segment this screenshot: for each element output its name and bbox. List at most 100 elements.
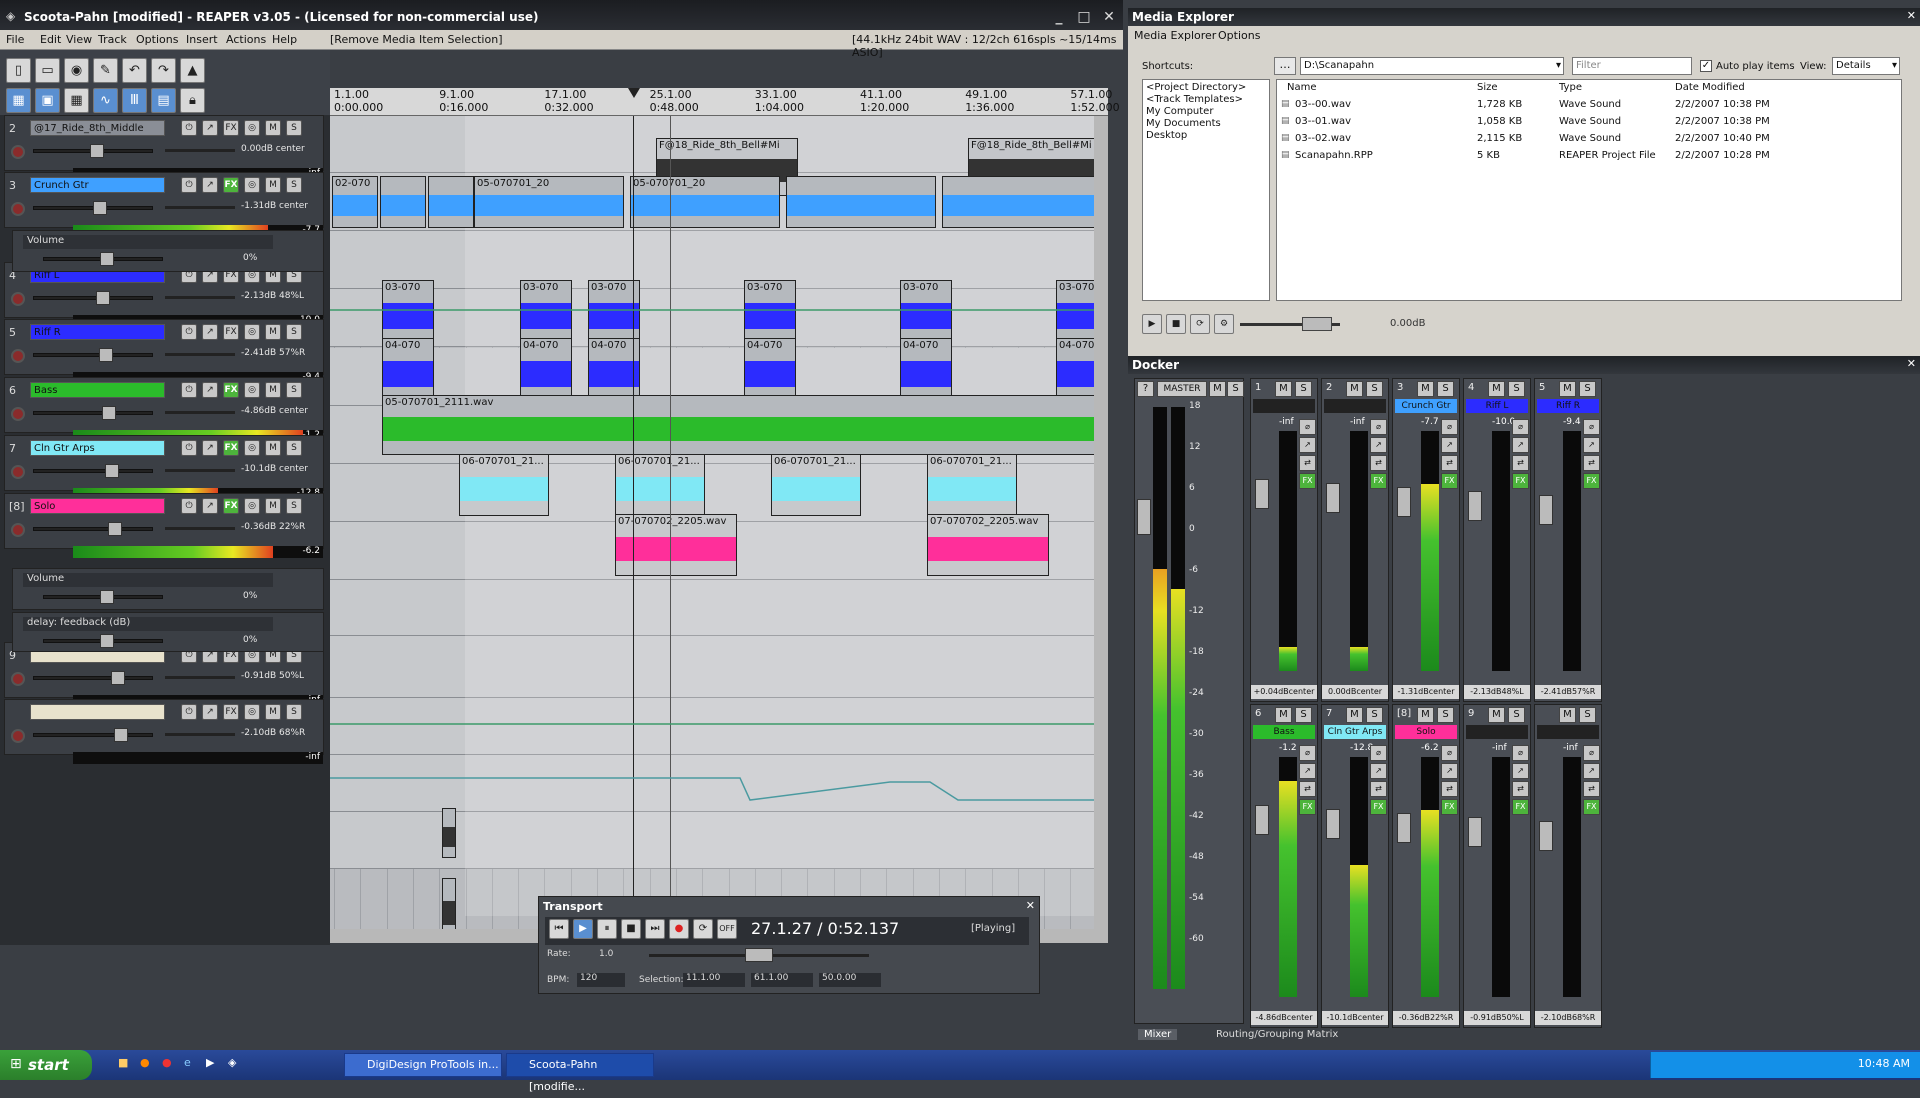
taskbar-protools[interactable]: DigiDesign ProTools in...: [344, 1053, 502, 1077]
shortcut-item[interactable]: My Documents: [1146, 118, 1221, 129]
track-volume-fader[interactable]: [33, 671, 153, 685]
maximize-icon[interactable]: □: [1075, 8, 1093, 26]
strip-route-icon[interactable]: FX: [1512, 799, 1529, 815]
strip-fx-icon[interactable]: ↗: [1370, 437, 1387, 453]
track-power-icon[interactable]: ⏻: [181, 382, 197, 398]
strip-route-icon[interactable]: FX: [1583, 473, 1600, 489]
strip-phase-icon[interactable]: ⌀: [1512, 745, 1529, 761]
ripple-edit-icon[interactable]: ▦: [6, 88, 31, 113]
track-route-icon[interactable]: ↗: [202, 704, 218, 720]
record-arm-icon[interactable]: [11, 145, 25, 159]
track-power-icon[interactable]: ⏻: [181, 704, 197, 720]
track-phase-icon[interactable]: ◎: [244, 440, 260, 456]
strip-solo-button[interactable]: S: [1295, 381, 1312, 397]
menu-help[interactable]: Help: [272, 33, 297, 46]
track-name[interactable]: [30, 704, 165, 720]
strip-io-icon[interactable]: ⇄: [1441, 781, 1458, 797]
strip-fx-icon[interactable]: ↗: [1441, 437, 1458, 453]
strip-route-icon[interactable]: FX: [1370, 473, 1387, 489]
track-phase-icon[interactable]: ◎: [244, 324, 260, 340]
play-cursor-marker[interactable]: [628, 88, 640, 98]
strip-fx-icon[interactable]: ↗: [1370, 763, 1387, 779]
track-route-icon[interactable]: ↗: [202, 382, 218, 398]
fader-knob[interactable]: [99, 348, 113, 362]
fader-knob[interactable]: [90, 144, 104, 158]
file-row[interactable]: ▤ 03--02.wav 2,115 KB Wave Sound 2/2/2007 10…: [1277, 132, 1897, 148]
strip-phase-icon[interactable]: ⌀: [1370, 419, 1387, 435]
track-route-icon[interactable]: ↗: [202, 177, 218, 193]
envelope-fader[interactable]: [43, 634, 163, 648]
strip-route-icon[interactable]: FX: [1370, 799, 1387, 815]
track-name[interactable]: Riff R: [30, 324, 165, 340]
shortcut-item[interactable]: <Track Templates>: [1146, 94, 1243, 105]
folder-icon[interactable]: ■: [118, 1056, 128, 1069]
strip-fader[interactable]: [1397, 487, 1411, 517]
strip-fader[interactable]: [1468, 817, 1482, 847]
track-volume-fader[interactable]: [33, 291, 153, 305]
shortcut-item[interactable]: <Project Directory>: [1146, 82, 1246, 93]
track-volume-fader[interactable]: [33, 144, 153, 158]
track-power-icon[interactable]: ⏻: [181, 440, 197, 456]
track-volume-fader[interactable]: [33, 728, 153, 742]
strip-io-icon[interactable]: ⇄: [1583, 781, 1600, 797]
track-name[interactable]: Bass: [30, 382, 165, 398]
reaper-icon[interactable]: ◈: [228, 1056, 236, 1069]
app-icon[interactable]: ●: [162, 1056, 172, 1069]
track-solo-button[interactable]: S: [286, 440, 302, 456]
strip-fx-icon[interactable]: ↗: [1512, 763, 1529, 779]
strip-fx-icon[interactable]: ↗: [1299, 437, 1316, 453]
filter-input[interactable]: Filter: [1572, 57, 1692, 75]
track-volume-fader[interactable]: [33, 464, 153, 478]
track-pan-slider[interactable]: [165, 676, 235, 679]
fader-knob[interactable]: [105, 464, 119, 478]
menu-actions[interactable]: Actions: [226, 33, 266, 46]
record-arm-icon[interactable]: [11, 407, 25, 421]
menu-track[interactable]: Track: [98, 33, 127, 46]
strip-fader[interactable]: [1539, 495, 1553, 525]
file-row[interactable]: ▤ 03--01.wav 1,058 KB Wave Sound 2/2/2007 10…: [1277, 115, 1897, 131]
strip-fader[interactable]: [1326, 483, 1340, 513]
strip-solo-button[interactable]: S: [1366, 381, 1383, 397]
strip-phase-icon[interactable]: ⌀: [1299, 419, 1316, 435]
strip-solo-button[interactable]: S: [1579, 707, 1596, 723]
strip-solo-button[interactable]: S: [1437, 707, 1454, 723]
track-mute-button[interactable]: M: [265, 177, 281, 193]
strip-route-icon[interactable]: FX: [1441, 799, 1458, 815]
rate-slider[interactable]: [649, 948, 869, 962]
strip-phase-icon[interactable]: ⌀: [1370, 745, 1387, 761]
column-header[interactable]: Date Modified: [1675, 82, 1745, 93]
strip-solo-button[interactable]: S: [1437, 381, 1454, 397]
metronome-icon[interactable]: ▲: [180, 58, 205, 83]
strip-phase-icon[interactable]: ⌀: [1299, 745, 1316, 761]
menu-edit[interactable]: Edit: [40, 33, 61, 46]
view-dropdown[interactable]: Details ▾: [1832, 57, 1900, 75]
strip-io-icon[interactable]: ⇄: [1512, 455, 1529, 471]
fader-knob[interactable]: [114, 728, 128, 742]
strip-route-icon[interactable]: FX: [1512, 473, 1529, 489]
close-icon[interactable]: ✕: [1100, 8, 1118, 26]
envelope-icon[interactable]: ∿: [93, 88, 118, 113]
strip-io-icon[interactable]: ⇄: [1512, 781, 1529, 797]
tab-routing[interactable]: Routing/Grouping Matrix: [1210, 1029, 1344, 1040]
pause-icon[interactable]: ⏸: [597, 919, 617, 939]
strip-solo-button[interactable]: S: [1366, 707, 1383, 723]
track-volume-fader[interactable]: [33, 348, 153, 362]
bpm-field[interactable]: 120: [577, 973, 625, 987]
repeat-icon[interactable]: ⟳: [693, 919, 713, 939]
strip-fader[interactable]: [1397, 813, 1411, 843]
snap-icon[interactable]: Ⅲ: [122, 88, 147, 113]
minimize-icon[interactable]: _: [1050, 8, 1068, 26]
preview-stop-icon[interactable]: ■: [1166, 314, 1186, 334]
track-phase-icon[interactable]: ◎: [244, 120, 260, 136]
menu-view[interactable]: View: [66, 33, 92, 46]
fader-knob[interactable]: [96, 291, 110, 305]
track-phase-icon[interactable]: ◎: [244, 177, 260, 193]
strip-fx-icon[interactable]: ↗: [1441, 763, 1458, 779]
track-mute-button[interactable]: M: [265, 120, 281, 136]
strip-phase-icon[interactable]: ⌀: [1583, 419, 1600, 435]
menu-insert[interactable]: Insert: [186, 33, 218, 46]
preview-options-icon[interactable]: ⚙: [1214, 314, 1234, 334]
track-name[interactable]: Cln Gtr Arps: [30, 440, 165, 456]
strip-phase-icon[interactable]: ⌀: [1441, 419, 1458, 435]
fader-knob[interactable]: [108, 522, 122, 536]
